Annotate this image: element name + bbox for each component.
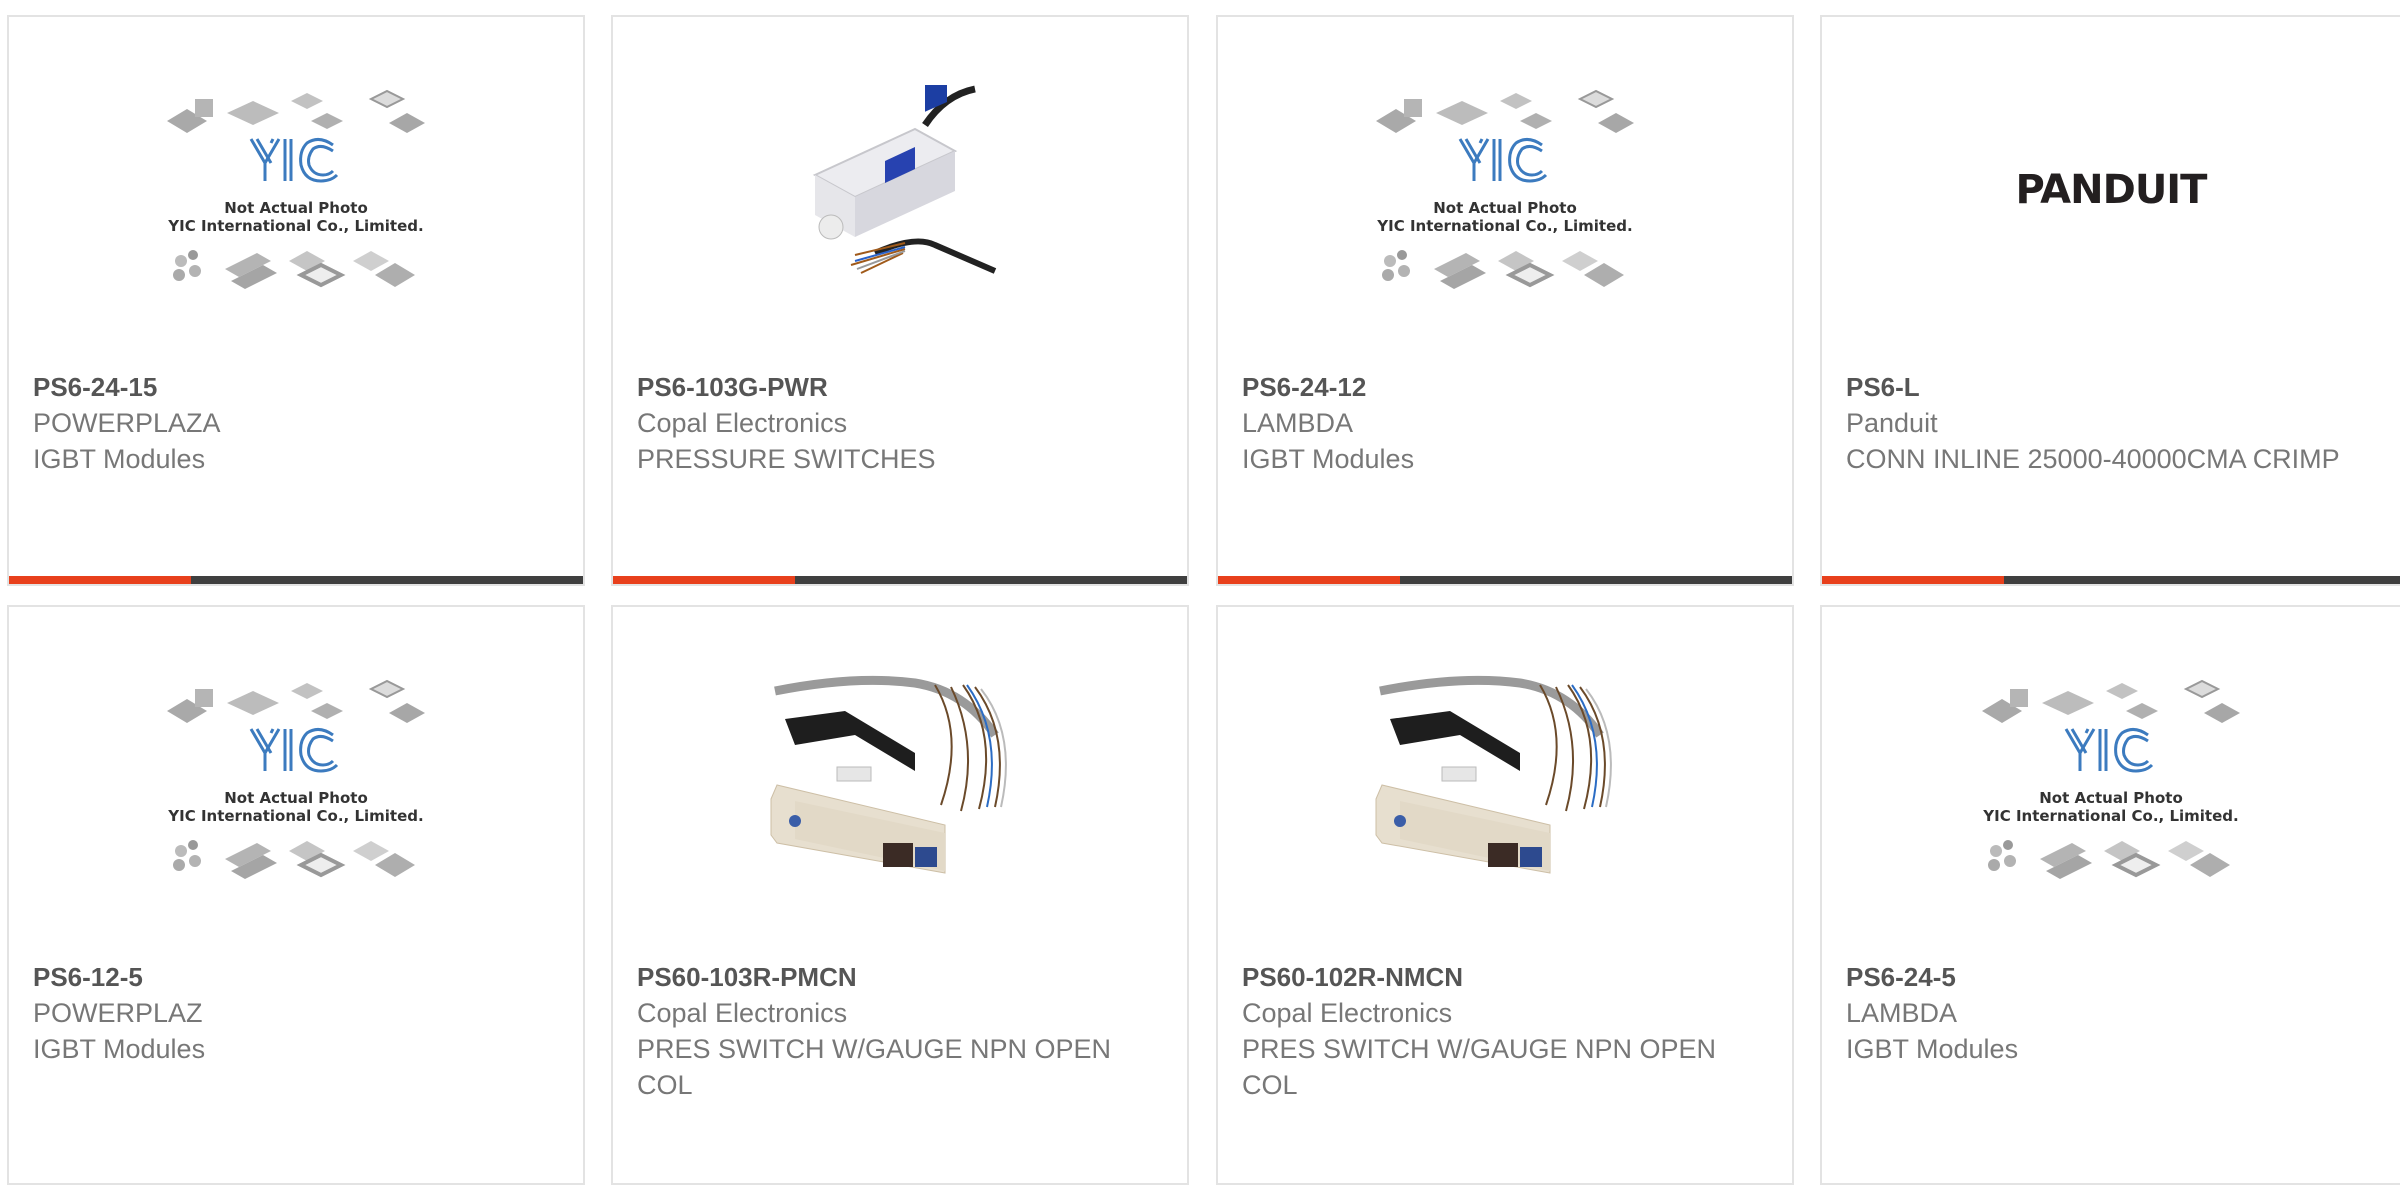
product-description: PRES SWITCH W/GAUGE NPN OPEN COL — [1242, 1034, 1717, 1100]
placeholder-caption: Not Actual Photo — [224, 789, 368, 807]
panduit-logo-icon: PANDUIT — [2016, 167, 2209, 213]
card-accent-bar — [1822, 576, 2004, 584]
product-card[interactable]: Not Actual Photo YIC International Co., … — [7, 605, 585, 1185]
product-description: IGBT Modules — [1846, 1034, 2019, 1064]
product-description: PRES SWITCH W/GAUGE NPN OPEN COL — [637, 1034, 1112, 1100]
product-card[interactable]: Not Actual Photo YIC International Co., … — [1216, 15, 1794, 586]
part-number-link[interactable]: PS6-24-12 — [1242, 369, 1768, 405]
manufacturer-name: LAMBDA — [1846, 998, 1958, 1028]
part-number-link[interactable]: PS6-24-15 — [33, 369, 559, 405]
part-number-link[interactable]: PS60-102R-NMCN — [1242, 959, 1768, 995]
sensor-photo-icon — [1375, 675, 1612, 874]
card-accent-bar — [9, 576, 191, 584]
product-card[interactable]: Not Actual Photo YIC International Co., … — [7, 15, 585, 586]
part-number-link[interactable]: PS6-L — [1846, 369, 2384, 405]
placeholder-company: YIC International Co., Limited. — [167, 807, 423, 825]
card-accent-bar — [613, 576, 795, 584]
product-card[interactable]: PS60-102R-NMCN Copal Electronics PRES SW… — [1216, 605, 1794, 1185]
manufacturer-name: Copal Electronics — [637, 408, 848, 438]
yic-logo-icon — [249, 728, 339, 773]
manufacturer-name: Panduit — [1846, 408, 1938, 438]
manufacturer-name: POWERPLAZA — [33, 408, 221, 438]
manufacturer-name: Copal Electronics — [1242, 998, 1453, 1028]
product-thumbnail-photo[interactable] — [1370, 675, 1640, 881]
manufacturer-name: Copal Electronics — [637, 998, 848, 1028]
product-card[interactable]: PS6-103G-PWR Copal Electronics PRESSURE … — [611, 15, 1189, 586]
product-description: IGBT Modules — [33, 444, 206, 474]
product-thumbnail-yic-placeholder[interactable]: Not Actual Photo YIC International Co., … — [1976, 675, 2246, 881]
part-number-link[interactable]: PS6-24-5 — [1846, 959, 2384, 995]
yic-logo-icon — [249, 138, 339, 183]
product-description: CONN INLINE 25000-40000CMA CRIMP — [1846, 444, 2340, 474]
yic-logo-icon — [1458, 138, 1548, 183]
part-number-link[interactable]: PS6-12-5 — [33, 959, 559, 995]
chip-cluster-icon — [167, 681, 425, 879]
part-number-link[interactable]: PS6-103G-PWR — [637, 369, 1163, 405]
chip-cluster-icon — [1376, 91, 1634, 289]
product-description: PRESSURE SWITCHES — [637, 444, 936, 474]
product-card[interactable]: PS60-103R-PMCN Copal Electronics PRES SW… — [611, 605, 1189, 1185]
product-card[interactable]: Not Actual Photo YIC International Co., … — [1820, 605, 2400, 1185]
product-description: IGBT Modules — [1242, 444, 1415, 474]
part-number-link[interactable]: PS60-103R-PMCN — [637, 959, 1163, 995]
placeholder-caption: Not Actual Photo — [224, 199, 368, 217]
sensor-photo-icon — [770, 675, 1007, 874]
product-thumbnail-yic-placeholder[interactable]: Not Actual Photo YIC International Co., … — [161, 675, 431, 881]
yic-logo-icon — [2064, 728, 2154, 773]
product-thumbnail-yic-placeholder[interactable]: Not Actual Photo YIC International Co., … — [1370, 85, 1640, 291]
card-bottom-bar — [9, 576, 583, 584]
product-thumbnail-yic-placeholder[interactable]: Not Actual Photo YIC International Co., … — [161, 85, 431, 291]
placeholder-company: YIC International Co., Limited. — [1982, 807, 2238, 825]
manufacturer-name: POWERPLAZ — [33, 998, 203, 1028]
card-bottom-bar — [1218, 576, 1792, 584]
card-bottom-bar — [613, 576, 1187, 584]
chip-cluster-icon — [167, 91, 425, 289]
chip-cluster-icon — [1982, 681, 2240, 879]
placeholder-company: YIC International Co., Limited. — [1376, 217, 1632, 235]
placeholder-caption: Not Actual Photo — [1433, 199, 1577, 217]
product-card[interactable]: PANDUIT PS6-L Panduit CONN INLINE 25000-… — [1820, 15, 2400, 586]
manufacturer-name: LAMBDA — [1242, 408, 1354, 438]
product-thumbnail-photo[interactable] — [765, 675, 1035, 881]
placeholder-company: YIC International Co., Limited. — [167, 217, 423, 235]
placeholder-caption: Not Actual Photo — [2039, 789, 2183, 807]
card-bottom-bar — [1822, 576, 2400, 584]
card-accent-bar — [1218, 576, 1400, 584]
product-description: IGBT Modules — [33, 1034, 206, 1064]
product-thumbnail-logo[interactable]: PANDUIT — [1976, 85, 2246, 291]
pressure-switch-photo-icon — [812, 85, 997, 274]
product-thumbnail-photo[interactable] — [765, 85, 1035, 291]
